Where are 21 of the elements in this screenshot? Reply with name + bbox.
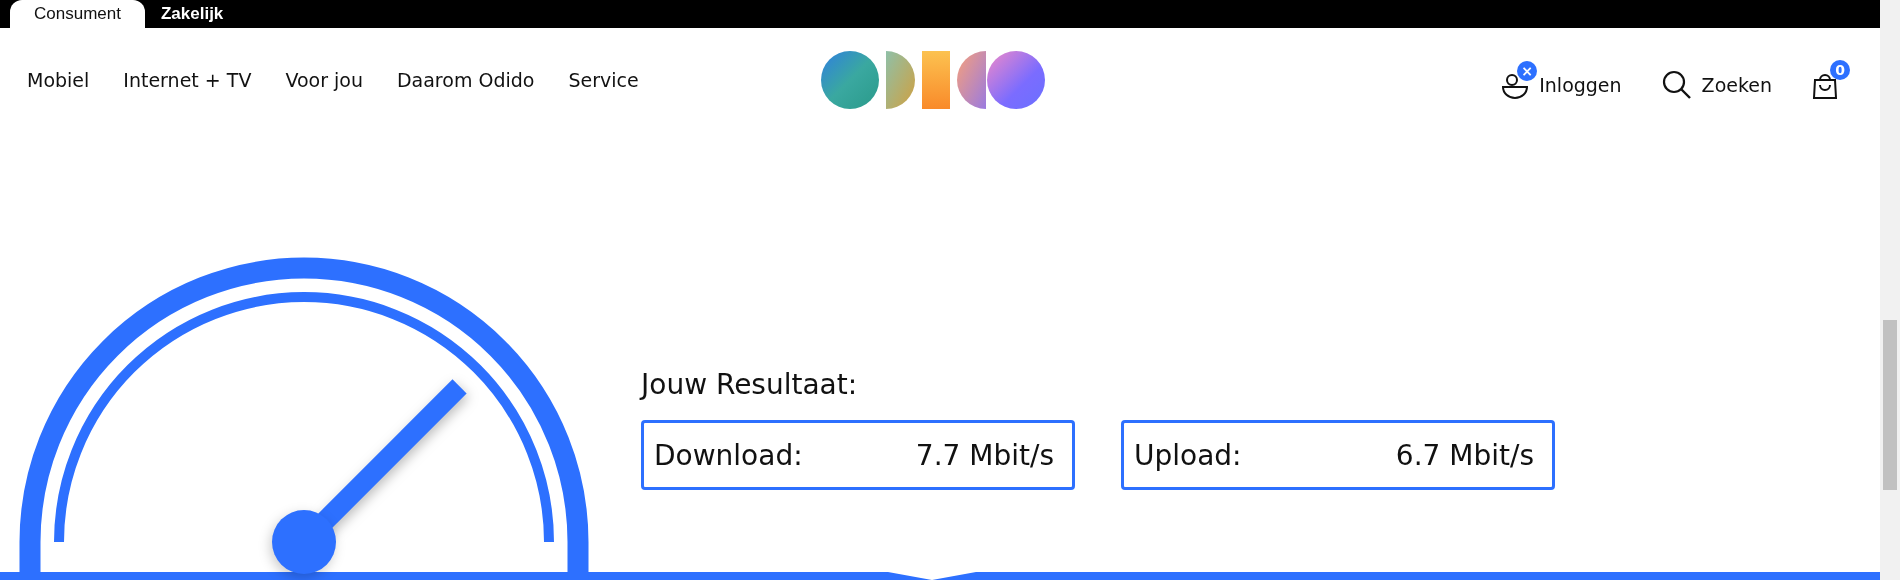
metric-label: Upload: bbox=[1134, 438, 1242, 472]
metric-label: Download: bbox=[654, 438, 803, 472]
nav-link[interactable]: Voor jou bbox=[285, 68, 363, 91]
logo[interactable] bbox=[820, 49, 1046, 110]
cart-count-badge: 0 bbox=[1830, 59, 1850, 80]
nav-link[interactable]: Daarom Odido bbox=[396, 68, 535, 91]
cart-button[interactable]: 0 bbox=[1812, 59, 1850, 100]
login-link[interactable]: × Inloggen bbox=[1501, 59, 1622, 100]
nav-link[interactable]: Mobiel bbox=[27, 68, 90, 91]
search-icon bbox=[1661, 69, 1692, 100]
scrollbar[interactable] bbox=[1880, 0, 1900, 580]
result-heading: Jouw Resultaat: bbox=[641, 368, 859, 403]
nav-link[interactable]: Service bbox=[568, 68, 639, 91]
metric-value: 7.7 Mbit/s bbox=[915, 438, 1054, 472]
nav-link[interactable]: Internet + TV bbox=[123, 68, 252, 91]
segment-tab[interactable]: Zakelijk bbox=[144, 0, 240, 28]
segment-tab[interactable]: Consument bbox=[10, 0, 145, 28]
status-badge: × bbox=[1517, 60, 1538, 81]
metric-value: 6.7 Mbit/s bbox=[1395, 438, 1534, 472]
search-link[interactable]: Zoeken bbox=[1661, 59, 1772, 100]
scrollbar-thumb[interactable] bbox=[1883, 320, 1897, 490]
